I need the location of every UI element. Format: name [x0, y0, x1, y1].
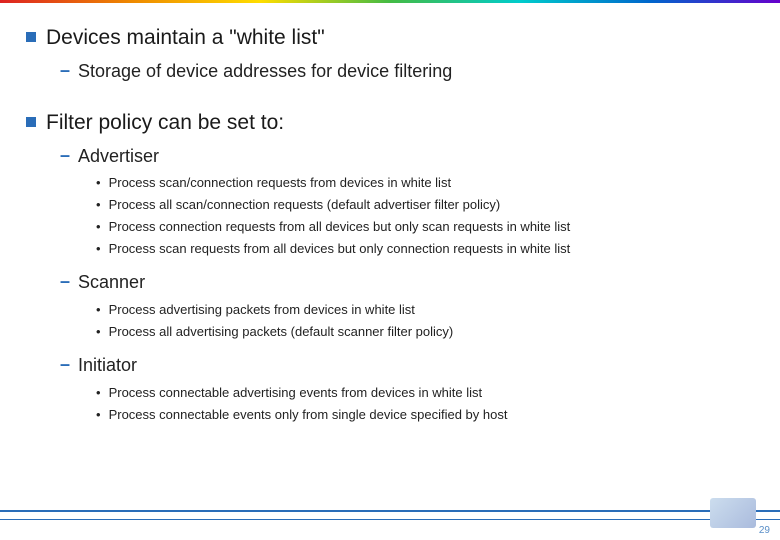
dot-icon: •: [96, 323, 101, 341]
list-text: Process scan requests from all devices b…: [109, 240, 571, 259]
list-text: Process advertising packets from devices…: [109, 301, 415, 320]
sub-row: – Storage of device addresses for device…: [60, 59, 754, 83]
dot-icon: •: [96, 196, 101, 214]
list-text: Process all advertising packets (default…: [109, 323, 454, 342]
list-item: • Process all scan/connection requests (d…: [96, 196, 754, 215]
bullet-row: Filter policy can be set to:: [26, 110, 754, 136]
page-number: 29: [759, 525, 770, 536]
dash-icon: –: [60, 270, 70, 293]
section-whitelist: Devices maintain a "white list" – Storag…: [26, 25, 754, 84]
sub-label: Initiator: [78, 353, 137, 377]
dot-icon: •: [96, 174, 101, 192]
dot-icon: •: [96, 240, 101, 258]
list-text: Process scan/connection requests from de…: [109, 174, 452, 193]
sub-label: Storage of device addresses for device f…: [78, 59, 452, 83]
dot-icon: •: [96, 384, 101, 402]
list-item: • Process connection requests from all de…: [96, 218, 754, 237]
dot-icon: •: [96, 406, 101, 424]
scanner-list: • Process advertising packets from device…: [96, 301, 754, 342]
bullet-title: Filter policy can be set to:: [46, 110, 284, 136]
dash-icon: –: [60, 353, 70, 376]
sub-row-scanner: – Scanner: [60, 270, 754, 294]
footer-image-placeholder: [710, 498, 756, 528]
list-text: Process connectable advertising events f…: [109, 384, 483, 403]
initiator-list: • Process connectable advertising events …: [96, 384, 754, 425]
slide-content: Devices maintain a "white list" – Storag…: [0, 25, 780, 424]
footer-divider: [0, 510, 780, 520]
square-bullet-icon: [26, 117, 36, 127]
list-item: • Process advertising packets from device…: [96, 301, 754, 320]
list-text: Process all scan/connection requests (de…: [109, 196, 501, 215]
adv-list: • Process scan/connection requests from d…: [96, 174, 754, 258]
list-item: • Process connectable advertising events …: [96, 384, 754, 403]
list-item: • Process scan requests from all devices …: [96, 240, 754, 259]
sub-label: Scanner: [78, 270, 145, 294]
bullet-row: Devices maintain a "white list": [26, 25, 754, 51]
sub-label: Advertiser: [78, 144, 159, 168]
dash-icon: –: [60, 59, 70, 82]
dot-icon: •: [96, 218, 101, 236]
square-bullet-icon: [26, 32, 36, 42]
section-filterpolicy: Filter policy can be set to: – Advertise…: [26, 110, 754, 425]
list-text: Process connectable events only from sin…: [109, 406, 508, 425]
list-text: Process connection requests from all dev…: [109, 218, 571, 237]
list-item: • Process connectable events only from si…: [96, 406, 754, 425]
dot-icon: •: [96, 301, 101, 319]
bullet-title: Devices maintain a "white list": [46, 25, 325, 51]
list-item: • Process scan/connection requests from d…: [96, 174, 754, 193]
dash-icon: –: [60, 144, 70, 167]
sub-row-adv: – Advertiser: [60, 144, 754, 168]
rainbow-divider: [0, 0, 780, 3]
sub-row-initiator: – Initiator: [60, 353, 754, 377]
list-item: • Process all advertising packets (defaul…: [96, 323, 754, 342]
